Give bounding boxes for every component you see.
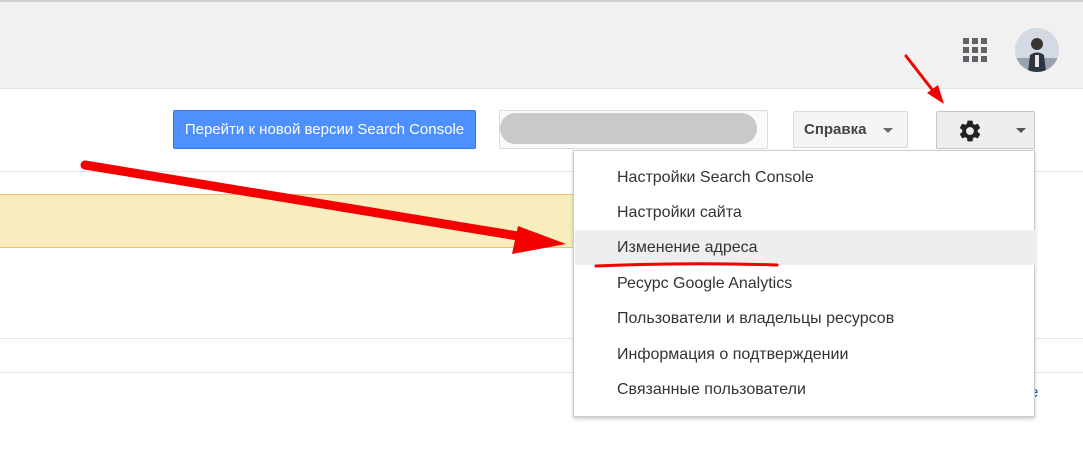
blurred-site-url xyxy=(500,113,757,144)
apps-grid-icon[interactable] xyxy=(963,38,987,62)
chevron-down-icon xyxy=(1016,128,1026,133)
menu-item-google-analytics-property[interactable]: Ресурс Google Analytics xyxy=(575,266,1035,301)
help-dropdown-button[interactable]: Справка xyxy=(793,111,908,148)
site-selector[interactable] xyxy=(499,110,768,149)
user-avatar[interactable] xyxy=(1015,28,1059,72)
alert-message-bar xyxy=(0,194,590,248)
settings-gear-button[interactable] xyxy=(936,111,1035,149)
new-search-console-button[interactable]: Перейти к новой версии Search Console xyxy=(173,110,476,149)
gear-icon xyxy=(959,120,981,142)
search-console-page: Перейти к новой версии Search Console Сп… xyxy=(0,0,1083,466)
menu-item-associates[interactable]: Связанные пользователи xyxy=(575,372,1035,407)
menu-item-site-settings[interactable]: Настройки сайта xyxy=(575,195,1035,230)
chevron-down-icon xyxy=(883,128,893,133)
help-button-label: Справка xyxy=(804,121,867,138)
menu-item-users-and-owners[interactable]: Пользователи и владельцы ресурсов xyxy=(575,301,1035,336)
top-header-bar xyxy=(0,0,1083,89)
menu-item-change-of-address[interactable]: Изменение адреса xyxy=(575,230,1035,265)
menu-item-verification-details[interactable]: Информация о подтверждении xyxy=(575,337,1035,372)
settings-dropdown-menu: Настройки Search Console Настройки сайта… xyxy=(573,150,1035,417)
menu-item-search-console-settings[interactable]: Настройки Search Console xyxy=(575,160,1035,195)
avatar-photo xyxy=(1015,28,1059,72)
